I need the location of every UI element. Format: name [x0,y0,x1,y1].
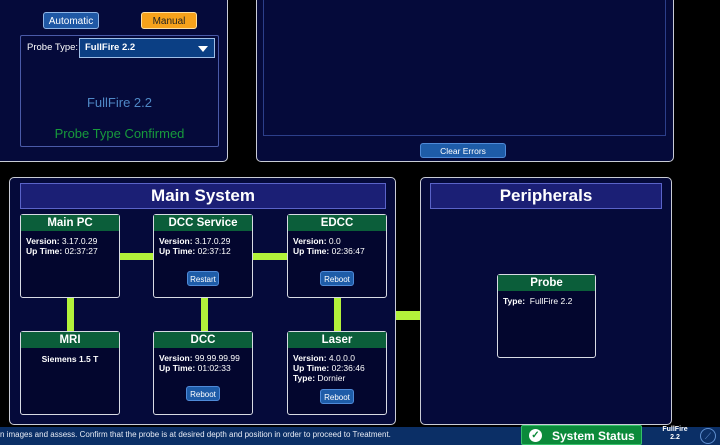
reboot-button[interactable]: Reboot [186,386,220,401]
connector [334,298,341,332]
manual-button[interactable]: Manual [141,12,197,29]
current-probe-name: FullFire 2.2 [86,95,153,110]
connector [201,298,208,332]
error-log-area [263,0,666,136]
main-pc-uptime: Up Time: 02:37:27 [26,246,98,256]
dcc-service-uptime: Up Time: 02:37:12 [159,246,231,256]
mri-title: MRI [21,332,119,348]
laser-version: Version: 4.0.0.0 [293,353,355,363]
reboot-button[interactable]: Reboot [320,271,354,286]
dcc-service-title: DCC Service [154,215,252,231]
dcc-uptime: Up Time: 01:02:33 [159,363,231,373]
probe-type-label: Probe Type: [27,42,79,53]
edcc-uptime: Up Time: 02:36:47 [293,246,365,256]
restart-button[interactable]: Restart [187,271,219,286]
mri-card: MRI Siemens 1.5 T [20,331,120,415]
dcc-card: DCC Version: 99.99.99.99 Up Time: 01:02:… [153,331,253,415]
checkmark-icon: ✓ [529,429,542,442]
probe-type-dropdown[interactable]: FullFire 2.2 [79,38,215,58]
instruction-message: n images and assess. Confirm that the pr… [0,430,391,439]
dcc-title: DCC [154,332,252,348]
chevron-down-icon [198,46,208,52]
dcc-service-card: DCC Service Version: 3.17.0.29 Up Time: … [153,214,253,298]
main-system-title: Main System [20,183,386,209]
automatic-button[interactable]: Automatic [43,12,99,29]
probe-card-title: Probe [498,275,595,291]
probe-indicator: FullFire 2.2 [662,426,688,441]
laser-uptime: Up Time: 02:36:46 [293,363,365,373]
system-status-label: System Status [552,429,635,443]
probe-card-type: Type: FullFire 2.2 [503,296,573,306]
system-status-button[interactable]: ✓ System Status [521,425,642,445]
probe-status-text: Probe Type Confirmed [54,126,185,141]
edcc-card: EDCC Version: 0.0 Up Time: 02:36:47 Rebo… [287,214,387,298]
dcc-service-version: Version: 3.17.0.29 [159,236,231,246]
clear-errors-button[interactable]: Clear Errors [420,143,506,158]
connector [119,253,154,260]
probe-type-value: FullFire 2.2 [85,42,136,53]
laser-type: Type: Dornier [293,373,346,383]
connector [253,253,288,260]
mri-detail: Siemens 1.5 T [41,354,99,364]
connector [67,298,74,332]
dcc-version: Version: 99.99.99.99 [159,353,240,363]
edcc-title: EDCC [288,215,386,231]
reboot-button[interactable]: Reboot [320,389,354,404]
laser-card: Laser Version: 4.0.0.0 Up Time: 02:36:46… [287,331,387,415]
peripherals-title: Peripherals [430,183,662,209]
probe-link-icon[interactable]: ⟋ [700,428,716,444]
probe-card: Probe Type: FullFire 2.2 [497,274,596,358]
main-pc-title: Main PC [21,215,119,231]
edcc-version: Version: 0.0 [293,236,341,246]
main-pc-card: Main PC Version: 3.17.0.29 Up Time: 02:3… [20,214,120,298]
main-pc-version: Version: 3.17.0.29 [26,236,98,246]
laser-title: Laser [288,332,386,348]
